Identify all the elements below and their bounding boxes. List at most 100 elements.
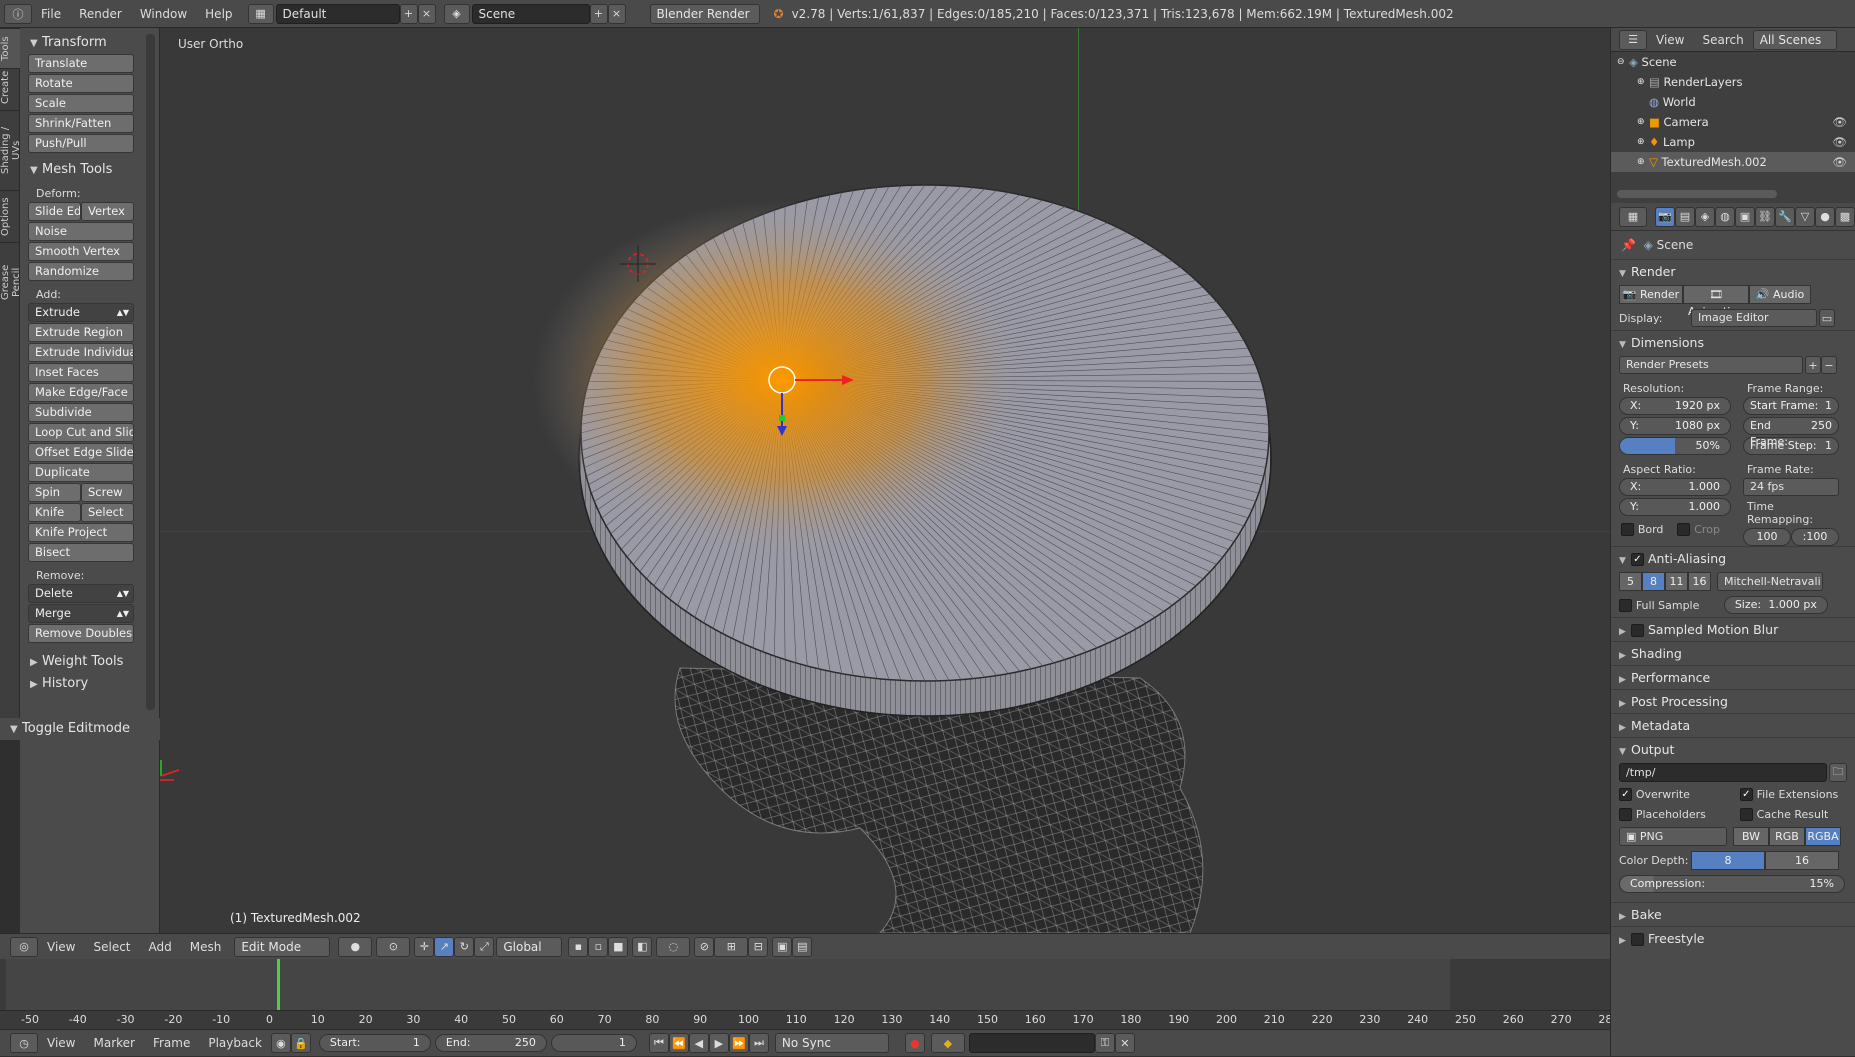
anti-aliasing-checkbox[interactable]: ✓ — [1631, 553, 1644, 566]
full-sample-checkbox[interactable] — [1619, 598, 1632, 612]
slide-vertex-button[interactable]: Vertex — [81, 202, 134, 221]
color-depth-16-button[interactable]: 16 — [1765, 851, 1839, 870]
tab-grease-pencil[interactable]: Grease Pencil — [0, 242, 22, 322]
output-path-field[interactable]: /tmp/ — [1619, 763, 1827, 782]
knife-select-button[interactable]: Select — [81, 503, 134, 522]
sync-dropdown[interactable]: No Sync — [774, 1033, 889, 1053]
extrude-individual-button[interactable]: Extrude Individual — [28, 343, 134, 362]
info-editor-icon[interactable]: ⓘ — [4, 3, 32, 24]
outliner-item-camera[interactable]: ⊕ ■ Camera 👁 — [1611, 112, 1855, 132]
menu-help[interactable]: Help — [196, 0, 241, 28]
visibility-eye-icon[interactable]: 👁 — [1832, 132, 1847, 152]
scale-button[interactable]: Scale — [28, 94, 134, 113]
visibility-eye-icon[interactable]: 👁 — [1832, 112, 1847, 132]
remove-preset-icon[interactable]: − — [1821, 356, 1837, 374]
overwrite-checkbox[interactable]: ✓ — [1619, 787, 1632, 801]
screw-button[interactable]: Screw — [81, 483, 134, 502]
pivot-point-icon[interactable]: ⊙ — [376, 936, 411, 957]
tl-menu-marker[interactable]: Marker — [84, 1029, 143, 1057]
jump-keyframe-back-icon[interactable]: ⏪ — [668, 1033, 689, 1053]
offset-edge-slide-button[interactable]: Offset Edge Slide — [28, 443, 134, 462]
add-preset-icon[interactable]: + — [1805, 356, 1821, 374]
display-dropdown[interactable]: Image Editor — [1691, 309, 1817, 327]
duplicate-button[interactable]: Duplicate — [28, 463, 134, 482]
current-frame-indicator[interactable] — [277, 959, 280, 1010]
ol-menu-view[interactable]: View — [1647, 26, 1693, 54]
resolution-y-field[interactable]: Y: 1080 px — [1619, 417, 1731, 435]
delete-dropdown[interactable]: Delete ▲▼ — [28, 584, 134, 603]
dimensions-section-header[interactable]: ▼ Dimensions — [1611, 330, 1855, 354]
render-layers-tab-icon[interactable]: ▤ — [1675, 206, 1695, 227]
orientation-dropdown[interactable]: Global — [496, 936, 563, 957]
data-tab-icon[interactable]: ▽ — [1795, 206, 1815, 227]
push-pull-button[interactable]: Push/Pull — [28, 134, 134, 153]
tl-menu-view[interactable]: View — [38, 1029, 84, 1057]
start-frame-field[interactable]: Start Frame: 1 — [1743, 397, 1839, 415]
aa-samples-5[interactable]: 5 — [1619, 572, 1642, 591]
smooth-vertex-button[interactable]: Smooth Vertex — [28, 242, 134, 261]
performance-section-header[interactable]: ▶ Performance — [1611, 665, 1855, 689]
outliner-item-world[interactable]: ◍ World — [1611, 92, 1855, 112]
object-tab-icon[interactable]: ▣ — [1735, 206, 1755, 227]
outliner-item-scene[interactable]: ⊖ ◈ Scene — [1611, 52, 1855, 72]
keying-set-field[interactable] — [968, 1033, 1095, 1053]
file-extensions-checkbox[interactable]: ✓ — [1739, 787, 1753, 801]
current-frame-field[interactable]: 1 — [550, 1034, 637, 1052]
weight-tools-panel-header[interactable]: ▶ Weight Tools — [20, 651, 159, 673]
aa-samples-16[interactable]: 16 — [1688, 572, 1711, 591]
translate-button[interactable]: Translate — [28, 54, 134, 73]
world-tab-icon[interactable]: ◍ — [1715, 206, 1735, 227]
tl-menu-playback[interactable]: Playback — [199, 1029, 271, 1057]
knife-button[interactable]: Knife — [28, 503, 81, 522]
vertex-select-icon[interactable]: ▪ — [568, 936, 589, 957]
snap-element-icon[interactable]: ⊞ — [714, 936, 749, 957]
remove-doubles-button[interactable]: Remove Doubles — [28, 624, 134, 643]
remove-layout-icon[interactable]: × — [417, 3, 436, 24]
color-depth-8-button[interactable]: 8 — [1691, 851, 1765, 870]
knife-project-button[interactable]: Knife Project — [28, 523, 134, 542]
aspect-y-field[interactable]: Y: 1.000 — [1619, 498, 1731, 516]
vp-menu-add[interactable]: Add — [140, 933, 181, 961]
compression-slider[interactable]: Compression: 15% — [1619, 875, 1845, 893]
audio-button[interactable]: 🔊 Audio — [1749, 285, 1811, 304]
render-button[interactable]: 📷 Render — [1619, 285, 1683, 304]
record-icon[interactable]: ● — [904, 1033, 925, 1053]
folder-browse-icon[interactable]: 🗀 — [1829, 763, 1847, 782]
end-frame-field[interactable]: End Frame: 250 — [1743, 417, 1839, 448]
insert-keyframe-icon[interactable]: ⚿ — [1094, 1033, 1115, 1053]
transform-panel-header[interactable]: ▼ Transform — [20, 32, 159, 54]
shading-section-header[interactable]: ▶ Shading — [1611, 641, 1855, 665]
modifiers-tab-icon[interactable]: 🔧 — [1775, 206, 1795, 227]
freestyle-checkbox[interactable] — [1631, 933, 1644, 946]
filter-size-field[interactable]: Size: 1.000 px — [1723, 596, 1828, 614]
remove-scene-icon[interactable]: × — [607, 3, 626, 24]
outliner-filter-dropdown[interactable]: All Scenes — [1752, 29, 1837, 50]
extrude-region-button[interactable]: Extrude Region — [28, 323, 134, 342]
mode-dropdown[interactable]: Edit Mode — [234, 936, 331, 957]
start-frame-field[interactable]: Start: 1 — [318, 1034, 431, 1052]
mesh-tools-panel-header[interactable]: ▼ Mesh Tools — [20, 159, 159, 181]
frame-step-field[interactable]: Frame Step: 1 — [1743, 437, 1839, 455]
animation-button[interactable]: 🎞 Animation — [1683, 285, 1749, 318]
aspect-x-field[interactable]: X: 1.000 — [1619, 478, 1731, 496]
render-presets-dropdown[interactable]: Render Presets — [1619, 356, 1803, 374]
tl-menu-frame[interactable]: Frame — [144, 1029, 199, 1057]
aa-samples-8[interactable]: 8 — [1642, 572, 1665, 591]
merge-dropdown[interactable]: Merge ▲▼ — [28, 604, 134, 623]
outliner-item-renderlayers[interactable]: ⊕ ▤ RenderLayers — [1611, 72, 1855, 92]
timeline-ruler[interactable]: -50 -40 -30 -20 -10 0 10 20 30 40 50 60 70 80 90 100 110… — [0, 1010, 1619, 1029]
timeline-editor-icon[interactable]: ◷ — [10, 1033, 38, 1053]
toggle-editmode-panel[interactable]: ▼ Toggle Editmode — [0, 718, 160, 740]
render-tab-icon[interactable]: 📷 — [1655, 206, 1675, 227]
properties-editor-icon[interactable]: ▦ — [1619, 206, 1647, 227]
layout-field[interactable]: Default — [275, 3, 400, 24]
play-reverse-icon[interactable]: ◀ — [688, 1033, 709, 1053]
snap-toggle-icon[interactable]: ⊘ — [694, 936, 715, 957]
vp-menu-mesh[interactable]: Mesh — [181, 933, 231, 961]
randomize-button[interactable]: Randomize — [28, 262, 134, 281]
material-tab-icon[interactable]: ● — [1815, 206, 1835, 227]
motion-blur-section-header[interactable]: ▶ Sampled Motion Blur — [1611, 617, 1855, 641]
menu-window[interactable]: Window — [131, 0, 196, 28]
bake-section-header[interactable]: ▶ Bake — [1611, 902, 1855, 926]
end-frame-field[interactable]: End: 250 — [434, 1034, 547, 1052]
